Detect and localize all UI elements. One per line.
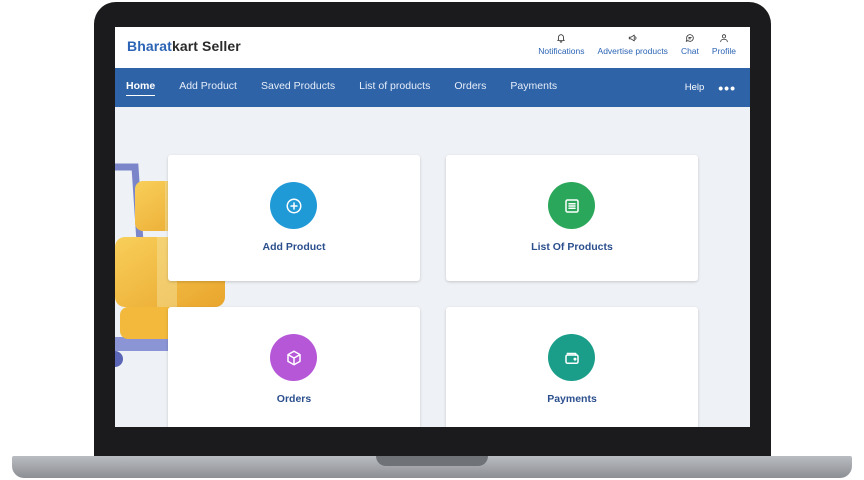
list-of-products-card-label: List Of Products: [531, 241, 613, 253]
notifications-label: Notifications: [538, 46, 585, 56]
main-nav: Home Add Product Saved Products List of …: [115, 68, 750, 107]
advertise-products-label: Advertise products: [597, 46, 668, 56]
payments-icon-circle: [548, 334, 595, 381]
user-icon: [720, 34, 728, 43]
chat-label: Chat: [680, 46, 699, 56]
advertise-products-button[interactable]: Advertise products: [598, 33, 668, 56]
megaphone-icon: [628, 34, 637, 42]
dashboard-content: Add Product List Of Products Orders Paym…: [115, 107, 750, 427]
more-menu-button[interactable]: •••: [718, 70, 736, 106]
orders-card[interactable]: Orders: [168, 307, 420, 427]
list-of-products-icon-circle: [548, 182, 595, 229]
brand-part-2: kart Seller: [171, 38, 241, 54]
profile-button[interactable]: Profile: [712, 33, 736, 56]
add-product-icon-circle: [270, 182, 317, 229]
add-product-card-label: Add Product: [262, 241, 326, 253]
wallet-icon: [564, 352, 579, 364]
orders-icon-circle: [270, 334, 317, 381]
list-of-products-card[interactable]: List Of Products: [446, 155, 698, 281]
payments-card[interactable]: Payments: [446, 307, 698, 427]
nav-items: Home Add Product Saved Products List of …: [126, 68, 581, 107]
laptop-base-notch: [376, 456, 488, 466]
nav-home[interactable]: Home: [126, 68, 156, 107]
app-screen: Bharatkart Seller Notifications Advertis…: [115, 27, 750, 427]
add-product-card[interactable]: Add Product: [168, 155, 420, 281]
nav-list-of-products[interactable]: List of products: [359, 68, 430, 107]
nav-payments[interactable]: Payments: [510, 68, 557, 107]
box-icon: [286, 350, 301, 365]
notifications-button[interactable]: Notifications: [538, 33, 585, 56]
help-link[interactable]: Help: [685, 68, 705, 107]
top-header: Bharatkart Seller Notifications Advertis…: [115, 27, 750, 68]
bell-icon: [557, 34, 566, 43]
orders-card-label: Orders: [276, 393, 312, 405]
nav-add-product[interactable]: Add Product: [179, 68, 237, 107]
chat-button[interactable]: Chat: [681, 33, 699, 56]
payments-card-label: Payments: [547, 393, 597, 405]
chat-icon: [685, 34, 694, 42]
brand-part-1: Bharat: [127, 38, 172, 54]
nav-orders[interactable]: Orders: [454, 68, 486, 107]
nav-saved-products[interactable]: Saved Products: [261, 68, 335, 107]
top-actions: Notifications Advertise products Chat Pr…: [538, 33, 736, 56]
brand-logo[interactable]: Bharatkart Seller: [127, 38, 241, 54]
list-icon: [564, 198, 579, 213]
nav-right: Help •••: [685, 68, 736, 107]
plus-circle-icon: [286, 198, 301, 213]
profile-label: Profile: [711, 46, 736, 56]
